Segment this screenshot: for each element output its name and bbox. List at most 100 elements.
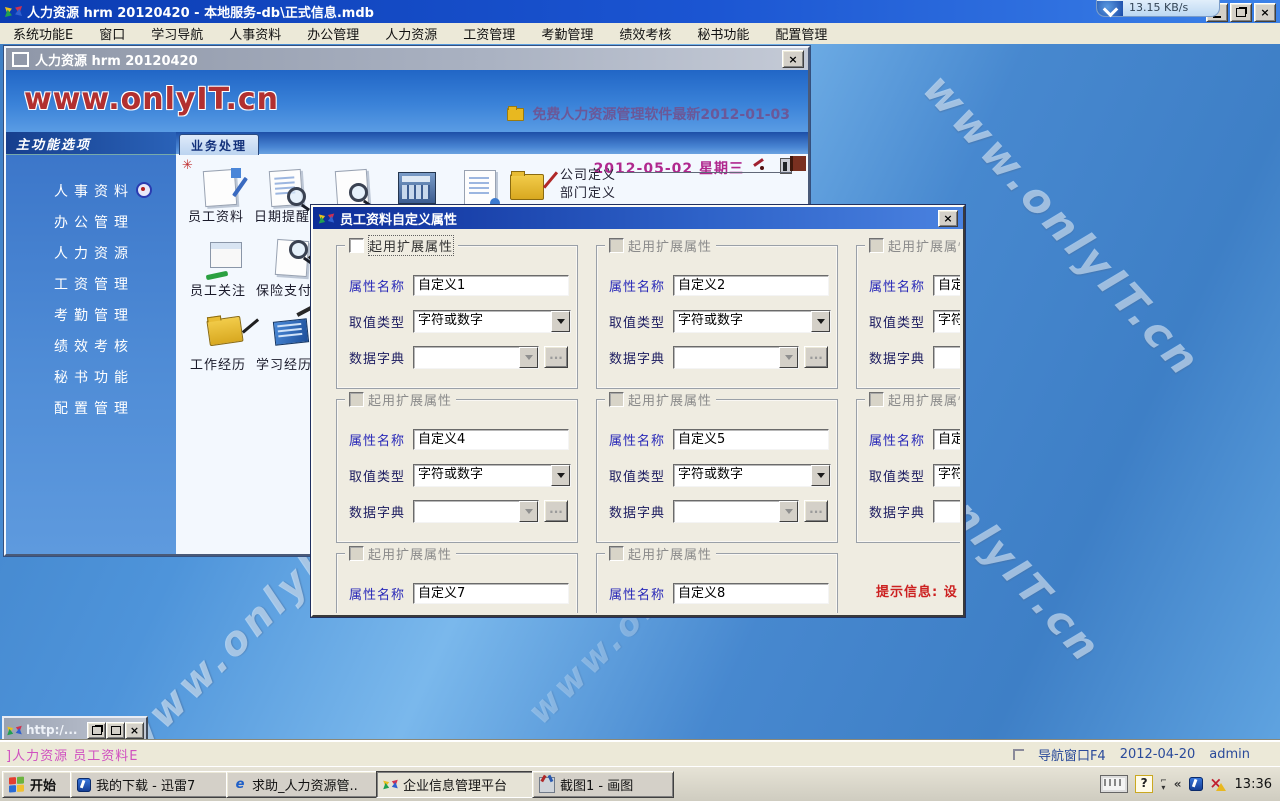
download-speed-bubble[interactable]: 13.15 KB/s [1096,0,1220,17]
tray-arrows-icon[interactable]: ⌐▾ [1160,777,1167,791]
attr-name-input[interactable]: 自定义7 [413,583,569,604]
toolbar-label[interactable]: 工作经历 [190,354,246,373]
sidebar-item-config[interactable]: 配置管理 [6,394,176,425]
folder-define-icon[interactable] [506,168,552,210]
mini-maximize-button[interactable] [106,722,125,739]
tray-alert-icon[interactable] [1210,777,1225,791]
toolbar-label[interactable]: 日期提醒 [254,206,310,225]
employee-file-icon[interactable] [198,168,244,210]
toolbar-label[interactable]: 学习经历 [256,354,312,373]
enable-checkbox[interactable] [609,546,624,561]
insurance-pay-icon[interactable] [270,238,316,280]
sidebar-item-hr[interactable]: 人力资源 [6,239,176,270]
dialog-titlebar[interactable]: 员工资料自定义属性 × [313,207,963,229]
menu-system[interactable]: 系统功能E [0,24,86,43]
start-button[interactable]: 开始 [2,771,74,798]
task-thunder[interactable]: 我的下载 - 迅雷7 [70,771,232,798]
attr-group-5: 起用扩展属性 属性名称自定义5 取值类型字符或数字 数据字典... [596,399,838,543]
date-reminder-icon[interactable] [264,168,310,210]
group-legend[interactable]: 起用扩展属性 [368,235,454,256]
attr-name-input[interactable]: 自定义8 [673,583,829,604]
toolbar-label[interactable]: 员工资料 [188,206,244,225]
enable-checkbox[interactable] [869,238,884,253]
dropdown-arrow-icon[interactable] [811,311,830,332]
attr-name-input[interactable]: 自定义6 [933,429,960,450]
mini-close-button[interactable]: × [125,722,144,739]
value-type-select[interactable]: 字符或数字 [933,310,960,333]
tab-business[interactable]: 业务处理 [179,134,259,155]
banner-site-link[interactable]: www.onlyIT.cn [24,82,279,117]
sidebar-item-salary[interactable]: 工资管理 [6,270,176,301]
sidebar-header: 主功能选项 [6,132,176,155]
input-help-icon[interactable]: ? [1135,775,1153,793]
dropdown-arrow-icon[interactable] [551,465,570,486]
browse-button: ... [544,500,568,522]
study-history-icon[interactable] [270,312,316,354]
value-type-select[interactable]: 字符或数字 [673,464,831,487]
sidebar-item-secretary[interactable]: 秘书功能 [6,363,176,394]
menu-human-res[interactable]: 人力资源 [372,24,450,43]
report-icon[interactable] [458,168,504,210]
menu-performance[interactable]: 绩效考核 [606,24,684,43]
data-dict-label: 数据字典 [869,348,933,367]
close-button[interactable]: × [1254,3,1276,22]
attr-name-input[interactable]: 自定义1 [413,275,569,296]
dept-def-label[interactable]: 部门定义 [560,182,616,201]
enable-checkbox[interactable] [349,546,364,561]
restore-button[interactable] [1230,3,1252,22]
task-hrm-platform[interactable]: 企业信息管理平台 [376,771,538,798]
book-icon [790,156,806,171]
dropdown-arrow-icon[interactable] [551,311,570,332]
enable-checkbox[interactable] [609,392,624,407]
menu-secretary[interactable]: 秘书功能 [684,24,762,43]
menu-window[interactable]: 窗口 [86,24,138,43]
dialog-close-button[interactable]: × [938,210,958,227]
company-def-line [616,172,792,173]
task-browser[interactable]: e 求助_人力资源管.. [226,771,382,798]
enable-checkbox[interactable] [609,238,624,253]
sidebar-item-attendance[interactable]: 考勤管理 [6,301,176,332]
hrm-close-button[interactable]: × [782,50,804,68]
attr-group-1: 起用扩展属性 属性名称自定义1 取值类型字符或数字 数据字典... [336,245,578,389]
value-type-select[interactable]: 字符或数字 [413,310,571,333]
menu-attendance[interactable]: 考勤管理 [528,24,606,43]
hrm-window-icon [12,52,29,67]
toolbar-label[interactable]: 员工关注 [190,280,246,299]
value-type-select[interactable]: 字符或数字 [413,464,571,487]
menu-office[interactable]: 办公管理 [294,24,372,43]
attr-group-6: 起用扩展属性 属性名称自定义6 取值类型字符或数字 数据字典... [856,399,960,543]
collapse-tray-icon[interactable]: « [1174,777,1182,791]
sidebar-item-personnel[interactable]: 人事资料 [6,177,176,208]
mini-restore-button[interactable] [87,722,106,739]
toolbar-label[interactable]: 保险支付 [256,280,312,299]
menu-learn-nav[interactable]: 学习导航 [138,24,216,43]
value-type-select[interactable]: 字符或数字 [933,464,960,487]
attr-name-input[interactable]: 自定义5 [673,429,829,450]
employee-care-icon[interactable] [204,238,250,280]
work-history-icon[interactable] [204,312,250,354]
menu-hr-file[interactable]: 人事资料 [216,24,294,43]
nav-window-label[interactable]: 导航窗口F4 [1038,745,1106,764]
enable-checkbox[interactable] [349,238,364,253]
attr-name-input[interactable]: 自定义2 [673,275,829,296]
attr-name-label: 属性名称 [609,276,673,295]
hrm-window-titlebar[interactable]: 人力资源 hrm 20120420 × [6,48,808,70]
enable-checkbox[interactable] [869,392,884,407]
attr-name-input[interactable]: 自定义3 [933,275,960,296]
value-type-select[interactable]: 字符或数字 [673,310,831,333]
sidebar-item-office[interactable]: 办公管理 [6,208,176,239]
attr-name-input[interactable]: 自定义4 [413,429,569,450]
calculator-icon[interactable] [394,168,440,210]
keyboard-input-icon[interactable] [1100,775,1128,793]
menu-config[interactable]: 配置管理 [762,24,840,43]
company-def-label[interactable]: 公司定义 [560,164,616,183]
enable-checkbox[interactable] [349,392,364,407]
dropdown-arrow-icon [519,501,538,522]
dropdown-arrow-icon[interactable] [811,465,830,486]
task-paint[interactable]: 截图1 - 画图 [532,771,674,798]
menu-salary[interactable]: 工资管理 [450,24,528,43]
search-icon[interactable] [330,168,376,210]
tray-thunder-icon[interactable] [1189,777,1203,791]
sidebar-item-performance[interactable]: 绩效考核 [6,332,176,363]
minimized-browser-window[interactable]: http:/... × [2,716,148,740]
